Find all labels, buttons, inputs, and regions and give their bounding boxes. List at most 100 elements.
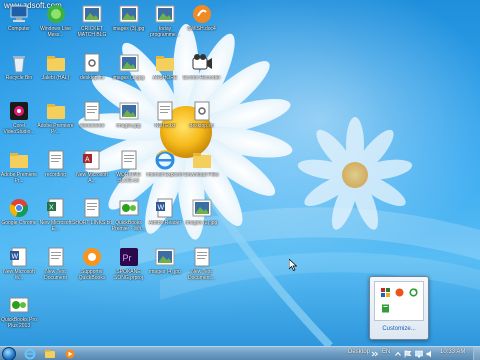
desktop-icon[interactable]: Download Files — [183, 149, 221, 193]
image-file-icon — [119, 102, 138, 120]
desktop-icon[interactable]: Jalebi (HAL) — [37, 52, 75, 96]
network-icon[interactable] — [415, 350, 423, 358]
desktop-icon[interactable]: Google Chrome — [0, 197, 38, 241]
green-doc-icon[interactable] — [381, 304, 390, 313]
text-file-icon — [121, 150, 136, 169]
desktop-icon[interactable]: recording — [37, 149, 75, 193]
desktop-icon[interactable]: Adobe Premiere Pr... — [37, 100, 75, 144]
folder-icon — [46, 55, 65, 71]
desktop-icon-label: AKSHORE — [152, 74, 178, 81]
show-desktop-button[interactable] — [473, 347, 480, 360]
text-file-icon — [84, 101, 100, 121]
desktop-icon-label: Corel VideoStudio... — [3, 123, 35, 135]
desktop-icon[interactable]: images (3).jpg — [110, 3, 148, 47]
customize-link[interactable]: Customize... — [370, 326, 428, 332]
desktop-icon[interactable]: New Text Document — [37, 246, 75, 290]
desktop-icon[interactable]: NOTE.txt — [146, 100, 184, 144]
orange-circle-icon[interactable] — [395, 288, 404, 297]
excel-icon: X — [46, 198, 63, 218]
desktop-icon[interactable]: Computer — [0, 3, 38, 47]
desktop-icon[interactable]: A New Microsoft A... — [73, 149, 111, 193]
desktop-icon[interactable]: desktop.ini — [73, 52, 111, 96]
word-doc-icon: W — [10, 247, 27, 266]
desktop-icon[interactable]: QuickBooks Premier - Wh... — [110, 197, 148, 241]
desktop-icon[interactable]: desktop.ini — [183, 100, 221, 144]
settings-file-icon — [194, 101, 209, 121]
action-center-flag-icon[interactable] — [404, 350, 412, 358]
clock-time[interactable]: 10:33 AM — [440, 349, 465, 355]
desktop-icon-label: images (3).jpg — [112, 26, 145, 32]
desktop-icon[interactable]: images.jpg — [110, 100, 148, 144]
taskbar-explorer-button[interactable] — [42, 348, 58, 360]
desktop-icon-label: Google Chrome — [1, 220, 37, 226]
text-file-icon — [48, 247, 63, 266]
desktop-icon[interactable]: Corel VideoStudio... — [0, 100, 38, 144]
desktop-icon-label: Adobe Reader — [148, 220, 182, 226]
desktop-icon[interactable]: WORKING BLOG.txt — [110, 149, 148, 193]
desktop-icon-label: SHORT LINKS.txt — [72, 220, 112, 226]
taskbar: Desktop EN 10:33 AM — [0, 346, 480, 360]
text-file-icon — [157, 101, 173, 121]
swish-icon — [192, 5, 211, 23]
desktop-icon-label: Jalebi (HAL) — [41, 74, 70, 81]
taskbar-media-player-button[interactable] — [62, 348, 78, 360]
desktop-icon-label: QuickBooks Pro Plus 2013 — [1, 317, 37, 329]
desktop-icon[interactable]: SHORT LINKS.txt — [72, 197, 112, 241]
desktop-toolbar-label[interactable]: Desktop — [348, 349, 370, 355]
desktop-icon[interactable]: Pr SPOKANE SONG.prproj — [110, 246, 148, 290]
ie-icon — [155, 149, 175, 169]
desktop-icon[interactable]: Supporter QuickBooks — [73, 246, 111, 290]
desktop-icon[interactable]: QuickBooks Pro Plus 2013 — [0, 294, 38, 338]
desktop-icon[interactable]: Internet Explorer — [146, 149, 184, 193]
desktop-icon-label: New Text Document — [44, 268, 67, 281]
desktop-icon-label: New Microsoft E... — [39, 220, 72, 232]
svg-text:A: A — [85, 156, 90, 163]
desktop-icon[interactable]: New Text Document... — [183, 246, 221, 290]
text-file-icon — [84, 198, 100, 218]
folder-icon — [156, 55, 174, 71]
desktop-icon[interactable]: eeeeeeeee — [73, 100, 111, 144]
desktop-icon[interactable]: Screen Recorder — [183, 52, 221, 96]
network-monitor-icon[interactable] — [381, 288, 390, 297]
image-file-icon — [119, 5, 138, 23]
desktop-icon-label: NOTE.txt — [154, 123, 176, 129]
premiere-icon: Pr — [119, 247, 138, 266]
word-doc-icon: W — [156, 198, 173, 218]
image-file-icon — [155, 5, 175, 23]
green-refresh-icon[interactable] — [409, 288, 418, 297]
show-hidden-icons-arrow-icon[interactable] — [395, 351, 401, 357]
desktop-icon[interactable]: images (1).jpg — [110, 52, 148, 96]
desktop-icon[interactable]: CRICKET MATCH BLG — [73, 3, 111, 47]
desktop-icon[interactable]: W New Microsoft W... — [0, 246, 38, 290]
recycle-bin-icon — [13, 55, 25, 72]
desktop-icon[interactable]: SWISH.doc4 — [183, 3, 221, 47]
desktop-icon[interactable]: AKSHORE — [146, 52, 184, 96]
desktop-icon-label: SPOKANE SONG.prproj — [114, 268, 143, 281]
desktop-icon-label: New Microsoft W... — [3, 268, 35, 281]
desktop-icon[interactable]: images (2).jpg — [183, 197, 221, 241]
desktop-icon-label: desktop.ini — [189, 123, 214, 129]
desktop-icon[interactable]: Recycle Bin — [0, 52, 38, 96]
start-button[interactable] — [2, 347, 16, 360]
desktop-icon-label: images (2).jpg — [185, 220, 218, 226]
desktop-icon[interactable]: X New Microsoft E... — [37, 197, 75, 241]
chevron-double-icon[interactable] — [372, 351, 378, 357]
volume-icon[interactable] — [426, 350, 434, 358]
camera-icon — [192, 53, 212, 69]
folder-icon — [46, 104, 65, 119]
ie-icon — [24, 348, 36, 360]
language-indicator[interactable]: EN — [382, 349, 390, 355]
image-file-icon — [155, 248, 175, 265]
desktop-icon-label: Adobe Premiere Pr... — [0, 171, 38, 184]
desktop-icon-label: images.jpg — [116, 123, 141, 129]
desktop-icon[interactable]: Adobe Premiere Pr... — [0, 149, 38, 193]
quickbooks-icon — [9, 297, 29, 313]
taskbar-ie-button[interactable] — [22, 348, 38, 360]
desktop-icon[interactable]: images (4).jpg — [146, 246, 184, 290]
text-file-icon — [194, 247, 209, 266]
desktop-icon[interactable]: W Adobe Reader — [146, 197, 184, 241]
desktop-icon[interactable]: today programme... — [146, 3, 184, 47]
desktop-icon-label: recording — [45, 171, 66, 178]
support-icon — [83, 247, 101, 266]
desktop-icon[interactable]: Windows Live Mess... — [37, 3, 75, 47]
